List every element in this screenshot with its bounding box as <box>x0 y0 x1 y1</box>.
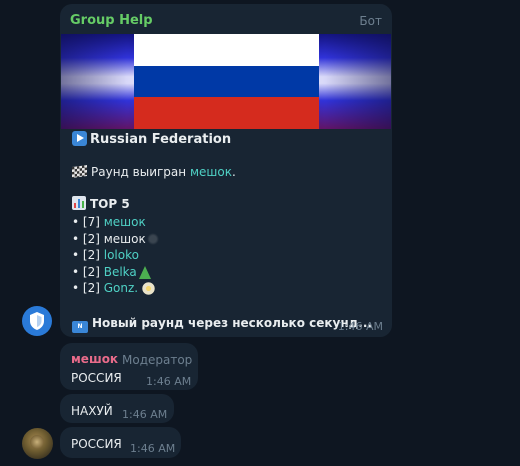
country-line: Russian Federation <box>72 131 231 148</box>
shield-icon <box>30 312 44 330</box>
flag-stripe-red <box>134 97 319 129</box>
flag-stripe-blue <box>134 66 319 97</box>
rank: [2] <box>82 248 100 262</box>
list-item: • [2] Gonz. <box>72 280 159 297</box>
flag-image[interactable] <box>61 34 391 129</box>
avatar-detail <box>30 435 44 449</box>
checkered-flag-icon <box>72 164 87 179</box>
bot-badge: Бот <box>359 14 382 28</box>
player-link[interactable]: Belka <box>104 265 137 279</box>
list-item: • [2] Belka <box>72 264 159 281</box>
list-item: • [2] мешок <box>72 231 159 248</box>
message-text: НАХУЙ <box>71 404 113 418</box>
message-time: 1:46 AM <box>146 375 192 388</box>
bot-avatar[interactable] <box>22 306 52 336</box>
rank: [2] <box>82 281 100 295</box>
message-time: 1:46 AM <box>337 320 383 333</box>
country-name: Russian Federation <box>90 132 232 147</box>
list-item: • [7] мешок <box>72 215 146 229</box>
praying-hands-icon <box>146 233 159 245</box>
new-round-line: N Новый раунд через несколько секунд... <box>72 315 372 333</box>
user-avatar[interactable] <box>22 428 53 459</box>
flower-icon <box>141 282 155 295</box>
message-time: 1:46 AM <box>130 442 176 455</box>
player-link[interactable]: Gonz. <box>104 281 138 295</box>
message-bubble: РОССИЯ 1:46 AM <box>60 427 181 458</box>
rank: [7] <box>82 215 100 229</box>
flag-stripe-white <box>134 34 319 66</box>
player-name: мешок <box>103 231 146 246</box>
top-title: TOP 5 <box>90 197 130 211</box>
chat-area: Group Help Бот Russian Federation Раунд … <box>0 0 520 466</box>
message-text: РОССИЯ <box>71 371 122 385</box>
top-list: • [7] мешок • [2] мешок • [2] loloko • [… <box>72 214 159 297</box>
christmas-tree-icon <box>138 265 151 279</box>
round-won-prefix: Раунд выигран <box>91 165 190 179</box>
top-title-line: TOP 5 <box>72 196 130 212</box>
rank: [2] <box>82 264 100 279</box>
player-link[interactable]: мешок <box>104 215 146 229</box>
round-won-suffix: . <box>231 165 236 179</box>
round-won-line: Раунд выигран мешок. <box>72 164 236 180</box>
list-item: • [2] loloko <box>72 248 139 262</box>
message-bubble: мешок Модератор РОССИЯ 1:46 AM <box>60 343 198 390</box>
message-text: РОССИЯ <box>71 437 122 451</box>
new-icon: N <box>72 321 88 333</box>
sender-name[interactable]: мешок <box>71 352 118 366</box>
message-time: 1:46 AM <box>122 408 168 421</box>
bot-message-bubble: Group Help Бот Russian Federation Раунд … <box>60 4 392 337</box>
bot-sender-name[interactable]: Group Help <box>70 13 153 28</box>
message-bubble: НАХУЙ 1:46 AM <box>60 394 174 423</box>
play-icon <box>72 131 87 146</box>
new-round-text: Новый раунд через несколько секунд... <box>92 316 372 330</box>
player-link[interactable]: loloko <box>104 248 139 262</box>
round-winner-link[interactable]: мешок <box>190 165 232 179</box>
chart-icon <box>72 196 86 210</box>
role-badge: Модератор <box>122 353 193 367</box>
rank: [2] <box>82 231 100 246</box>
